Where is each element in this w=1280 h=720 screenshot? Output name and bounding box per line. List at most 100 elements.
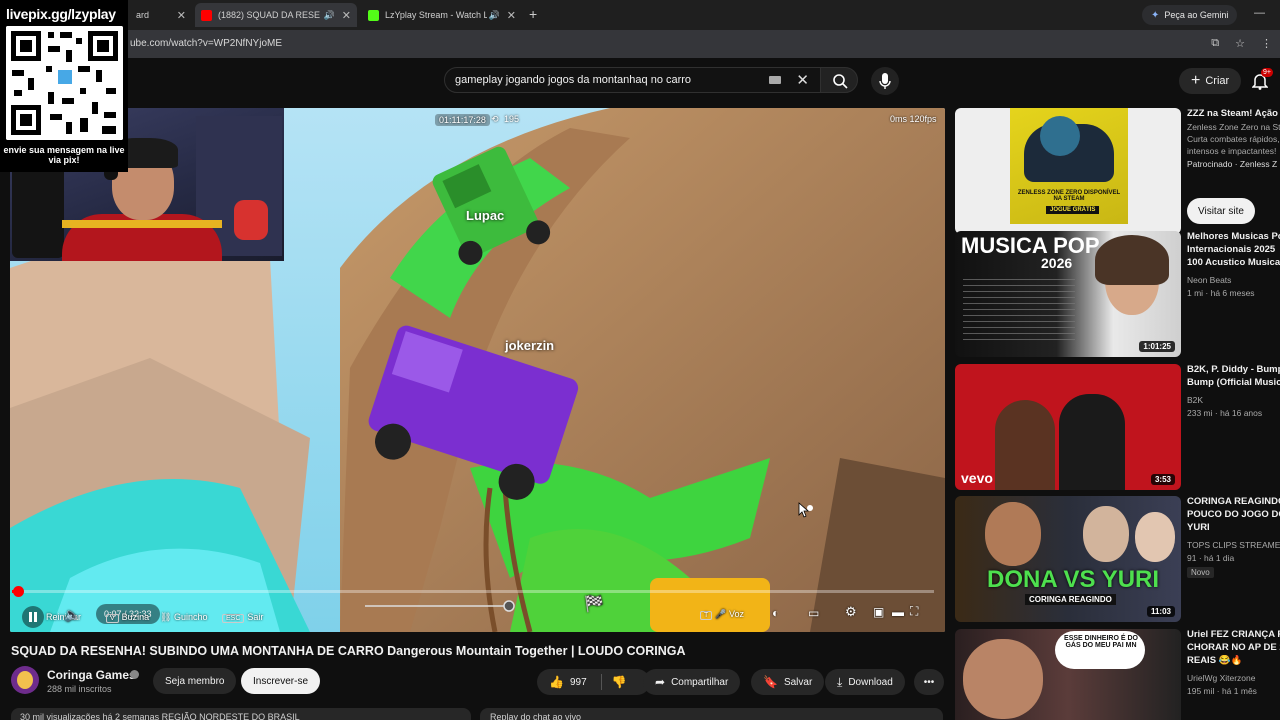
ask-gemini-button[interactable]: ✦ Peça ao Gemini xyxy=(1142,5,1238,25)
sidebar-video-1[interactable]: MUSICA POP 2026 1:01:25 Melhores Musicas… xyxy=(955,231,1280,357)
voice-search-button[interactable] xyxy=(871,67,899,95)
thumbs-down-icon[interactable]: 👎 xyxy=(612,675,627,689)
volume-icon[interactable]: 🔈 xyxy=(64,607,80,623)
download-icon: ⤓ xyxy=(837,674,843,689)
install-app-icon[interactable]: ⧉ xyxy=(1211,37,1219,50)
window-minimize-icon[interactable]: — xyxy=(1254,7,1265,19)
gemini-label: Peça ao Gemini xyxy=(1164,10,1229,20)
ad-line3: Curta combates rápidos, xyxy=(1187,134,1280,144)
video-duration: 11:03 xyxy=(1146,606,1175,617)
close-tab-icon[interactable]: ✕ xyxy=(177,9,186,22)
speaker-icon[interactable]: 🔊 xyxy=(324,10,335,21)
thumb-title: DONA VS YURI xyxy=(987,566,1160,593)
share-button[interactable]: ➦ Compartilhar xyxy=(643,669,741,695)
video-title-line3[interactable]: 100 Acustico Musica xyxy=(1187,257,1280,269)
autoplay-toggle-icon[interactable]: ◐ xyxy=(772,606,779,620)
browser-tab-kick[interactable]: LzYplay Stream - Watch Live 🔊 ✕ xyxy=(362,3,522,27)
volume-slider[interactable] xyxy=(365,600,515,612)
theater-mode-icon[interactable]: ▬ xyxy=(892,605,904,619)
sidebar-video-2[interactable]: vevo 3:53 B2K, P. Diddy - Bump, Bump (Of… xyxy=(955,364,1280,490)
sidebar-ad[interactable]: ZENLESS ZONE ZERO DISPONÍVEL NA STEAM JO… xyxy=(955,108,1280,234)
close-tab-icon[interactable]: ✕ xyxy=(507,9,516,22)
kick-favicon-icon xyxy=(368,9,379,21)
notifications-button[interactable]: 9+ xyxy=(1251,68,1273,90)
video-thumbnail[interactable]: ESSE DINHEIRO É DO GÁS DO MEU PAI MN xyxy=(955,629,1181,720)
ad-thumbnail[interactable]: ZENLESS ZONE ZERO DISPONÍVEL NA STEAM JO… xyxy=(955,108,1181,234)
speaker-icon[interactable]: 🔊 xyxy=(489,10,500,21)
url-text[interactable]: ube.com/watch?v=WP2NfNYjoME xyxy=(130,38,282,49)
hint-voice-label: Voz xyxy=(729,609,745,619)
hint-exit: ESC Sair xyxy=(222,612,263,623)
streamer-face xyxy=(985,502,1041,566)
join-member-button[interactable]: Seja membro xyxy=(153,668,237,694)
video-meta: 91 · há 1 dia xyxy=(1187,553,1235,563)
video-thumbnail[interactable]: DONA VS YURI CORINGA REAGINDO 11:03 xyxy=(955,496,1181,622)
video-title-line1[interactable]: Melhores Musicas Po xyxy=(1187,231,1280,243)
chat-replay-box[interactable]: Replay do chat ao vivo xyxy=(480,708,943,720)
browser-tab-dashboard[interactable]: ard ✕ xyxy=(130,3,192,27)
video-thumbnail[interactable]: vevo 3:53 xyxy=(955,364,1181,490)
video-title-line3[interactable]: REAIS 😂🔥 xyxy=(1187,655,1280,667)
hint-horn-label: Buzina xyxy=(121,612,150,622)
bookmark-star-icon[interactable]: ☆ xyxy=(1235,37,1245,50)
youtube-header: gameplay jogando jogos da montanhaq no c… xyxy=(0,58,1280,104)
thumb-sub: CORINGA REAGINDO xyxy=(1025,594,1116,605)
video-title-line1[interactable]: Uriel FEZ CRIANÇA F xyxy=(1187,629,1280,641)
clear-search-icon[interactable]: ✕ xyxy=(796,71,809,89)
subtitles-icon[interactable]: ▭ xyxy=(808,606,819,620)
video-progress-bar[interactable] xyxy=(12,586,934,597)
streamer-face xyxy=(963,639,1043,719)
new-tab-plus-icon[interactable]: + xyxy=(529,6,537,22)
channel-avatar[interactable] xyxy=(11,666,39,694)
video-channel[interactable]: TOPS CLIPS STREAMERS xyxy=(1187,540,1280,550)
visit-site-button[interactable]: Visitar site xyxy=(1187,198,1255,224)
ad-title[interactable]: ZZZ na Steam! Ação xyxy=(1187,108,1280,120)
youtube-favicon-icon xyxy=(201,9,212,21)
sidebar-video-4[interactable]: ESSE DINHEIRO É DO GÁS DO MEU PAI MN Uri… xyxy=(955,629,1280,720)
extensions-icon[interactable]: ⋮ xyxy=(1261,37,1272,50)
create-button[interactable]: + Criar xyxy=(1179,68,1242,94)
key-v-icon: V xyxy=(106,614,119,623)
like-count[interactable]: 997 xyxy=(570,677,587,688)
description-box[interactable]: 30 mil visualizações há 2 semanas REGIÃO… xyxy=(11,708,471,720)
video-title-line2[interactable]: Internacionais 2025 xyxy=(1187,244,1280,256)
video-title-line3[interactable]: YURI xyxy=(1187,522,1280,534)
pause-button[interactable] xyxy=(22,606,44,628)
video-title-line1[interactable]: B2K, P. Diddy - Bump, xyxy=(1187,364,1280,376)
video-duration: 1:01:25 xyxy=(1139,341,1175,352)
fullscreen-icon[interactable]: ⛶ xyxy=(910,604,918,619)
video-title-line2[interactable]: CHORAR NO AP DE 2 xyxy=(1187,642,1280,654)
subscribe-button[interactable]: Inscrever-se xyxy=(241,668,321,694)
channel-name[interactable]: Coringa Games xyxy=(47,668,136,682)
video-channel[interactable]: UrielWg Xiterzone xyxy=(1187,673,1280,683)
browser-tab-youtube[interactable]: (1882) SQUAD DA RESENHA! 🔊 ✕ xyxy=(195,3,357,27)
video-title-line1[interactable]: CORINGA REAGINDO xyxy=(1187,496,1280,508)
search-button[interactable] xyxy=(820,67,858,93)
search-input[interactable]: gameplay jogando jogos da montanhaq no c… xyxy=(455,74,691,86)
thumbs-up-icon[interactable]: 👍 xyxy=(549,675,564,689)
more-actions-button[interactable]: ••• xyxy=(914,669,944,695)
keyboard-icon[interactable] xyxy=(769,76,781,84)
views-and-date: 30 mil visualizações há 2 semanas REGIÃO… xyxy=(20,712,300,720)
video-thumbnail[interactable]: MUSICA POP 2026 1:01:25 xyxy=(955,231,1181,357)
more-dots-icon: ••• xyxy=(923,676,935,688)
address-bar-icons: ⧉ ☆ ⋮ xyxy=(1211,37,1272,50)
miniplayer-icon[interactable]: ▣ xyxy=(873,605,884,619)
scrubber-handle[interactable] xyxy=(13,586,24,597)
download-button[interactable]: ⤓ Download xyxy=(825,669,905,695)
hint-voice: T 🎤 Voz xyxy=(700,609,744,620)
settings-gear-icon[interactable]: ⚙ xyxy=(845,604,857,620)
ad-line4: intensos e impactantes! xyxy=(1187,146,1277,156)
player-face xyxy=(1083,506,1129,562)
video-title-line2[interactable]: POUCO DO JOGO DO xyxy=(1187,509,1280,521)
shirt-stripe xyxy=(62,220,222,228)
address-bar[interactable]: ube.com/watch?v=WP2NfNYjoME ⧉ ☆ ⋮ xyxy=(0,30,1280,58)
close-tab-icon[interactable]: ✕ xyxy=(342,9,351,22)
video-channel[interactable]: B2K xyxy=(1187,395,1280,405)
hint-winch: ⛓ Guincho xyxy=(160,612,207,623)
sidebar-video-3[interactable]: DONA VS YURI CORINGA REAGINDO 11:03 CORI… xyxy=(955,496,1280,622)
save-button[interactable]: 🔖 Salvar xyxy=(751,669,825,695)
video-title-line2[interactable]: Bump (Official Music xyxy=(1187,377,1280,389)
search-box[interactable]: gameplay jogando jogos da montanhaq no c… xyxy=(444,67,822,93)
video-channel[interactable]: Neon Beats xyxy=(1187,275,1280,285)
